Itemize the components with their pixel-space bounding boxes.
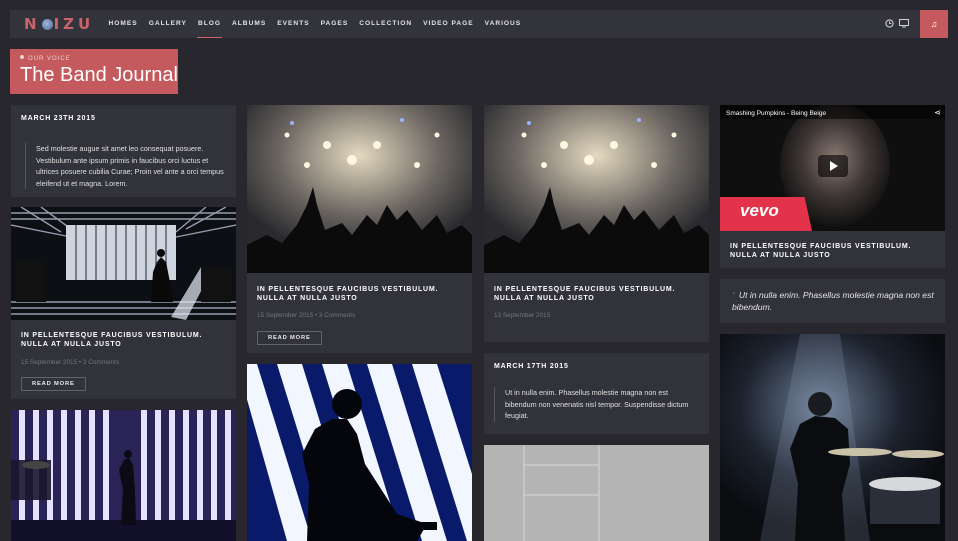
quote-post-card: MARCH 23TH 2015 Sed molestie augue sit a… <box>11 105 236 197</box>
crowd-photo[interactable] <box>484 105 709 273</box>
nav-events[interactable]: EVENTS <box>272 10 315 38</box>
nav-albums[interactable]: ALBUMS <box>227 10 272 38</box>
blog-post-card: IN PELLENTESQUE FAUCIBUS VESTIBULUM. NUL… <box>11 207 236 399</box>
post-title[interactable]: IN PELLENTESQUE FAUCIBUS VESTIBULUM. NUL… <box>730 242 935 260</box>
quote-mark-icon: “ <box>732 290 735 300</box>
nav-homes[interactable]: HOMES <box>103 10 143 38</box>
globe-icon <box>41 19 53 30</box>
nav-gallery[interactable]: GALLERY <box>143 10 192 38</box>
music-icon: ♫ <box>930 19 938 29</box>
blog-post-card: IN PELLENTESQUE FAUCIBUS VESTIBULUM. NUL… <box>247 105 472 353</box>
vevo-logo: vevo <box>740 201 779 220</box>
post-quote: Ut in nulla enim. Phasellus molestie mag… <box>494 387 695 422</box>
concert-photo[interactable] <box>11 410 236 541</box>
post-meta: 13 September 2015 <box>494 312 551 319</box>
read-more-button[interactable]: READ MORE <box>21 377 86 391</box>
post-quote: “Ut in nulla enim. Phasellus molestie ma… <box>732 290 934 312</box>
stage-photo[interactable] <box>484 445 709 541</box>
post-date: MARCH 23TH 2015 <box>21 115 96 122</box>
post-meta: 15 September 2015 • 3 Comments <box>21 359 120 366</box>
clock-icon[interactable] <box>884 19 894 29</box>
monitor-icon[interactable] <box>899 19 909 29</box>
video-post-card: Smashing Pumpkins - Being Beige ⋖ vevo I… <box>720 105 945 268</box>
page-subtitle: OUR VOICE <box>20 55 71 62</box>
main-nav: HOMES GALLERY BLOG ALBUMS EVENTS PAGES C… <box>103 10 527 38</box>
dot-icon <box>20 55 24 59</box>
music-button[interactable]: ♫ <box>920 10 948 38</box>
keyboardist-photo[interactable] <box>247 364 472 541</box>
page-title-box: OUR VOICE The Band Journal <box>10 49 178 94</box>
blog-post-card: IN PELLENTESQUE FAUCIBUS VESTIBULUM. NUL… <box>484 105 709 342</box>
post-quote: Sed molestie augue sit amet leo consequa… <box>25 143 232 189</box>
quote-post-card: “Ut in nulla enim. Phasellus molestie ma… <box>720 279 945 323</box>
nav-various[interactable]: VARIOUS <box>479 10 527 38</box>
read-more-button[interactable]: READ MORE <box>257 331 322 345</box>
nav-collection[interactable]: COLLECTION <box>354 10 418 38</box>
post-title[interactable]: IN PELLENTESQUE FAUCIBUS VESTIBULUM. NUL… <box>257 285 462 303</box>
drummer-photo[interactable] <box>720 334 945 541</box>
post-title[interactable]: IN PELLENTESQUE FAUCIBUS VESTIBULUM. NUL… <box>21 331 226 349</box>
post-title[interactable]: IN PELLENTESQUE FAUCIBUS VESTIBULUM. NUL… <box>494 285 699 303</box>
site-logo[interactable]: N IZU <box>24 15 94 33</box>
nav-video-page[interactable]: VIDEO PAGE <box>418 10 480 38</box>
crowd-photo[interactable] <box>247 105 472 273</box>
play-button[interactable] <box>818 155 848 177</box>
page-title: The Band Journal <box>20 64 178 86</box>
share-icon[interactable]: ⋖ <box>934 108 941 117</box>
stage-light-photo[interactable] <box>11 207 236 320</box>
video-title: Smashing Pumpkins - Being Beige <box>726 110 827 117</box>
nav-pages[interactable]: PAGES <box>315 10 354 38</box>
post-meta: 15 September 2015 • 3 Comments <box>257 312 356 319</box>
post-date: MARCH 17TH 2015 <box>494 363 569 370</box>
video-player[interactable]: Smashing Pumpkins - Being Beige ⋖ vevo <box>720 105 945 231</box>
nav-blog[interactable]: BLOG <box>192 10 226 38</box>
top-navigation-bar: N IZU HOMES GALLERY BLOG ALBUMS EVENTS PA… <box>10 10 948 38</box>
quote-post-card: MARCH 17TH 2015 Ut in nulla enim. Phasel… <box>484 353 709 434</box>
